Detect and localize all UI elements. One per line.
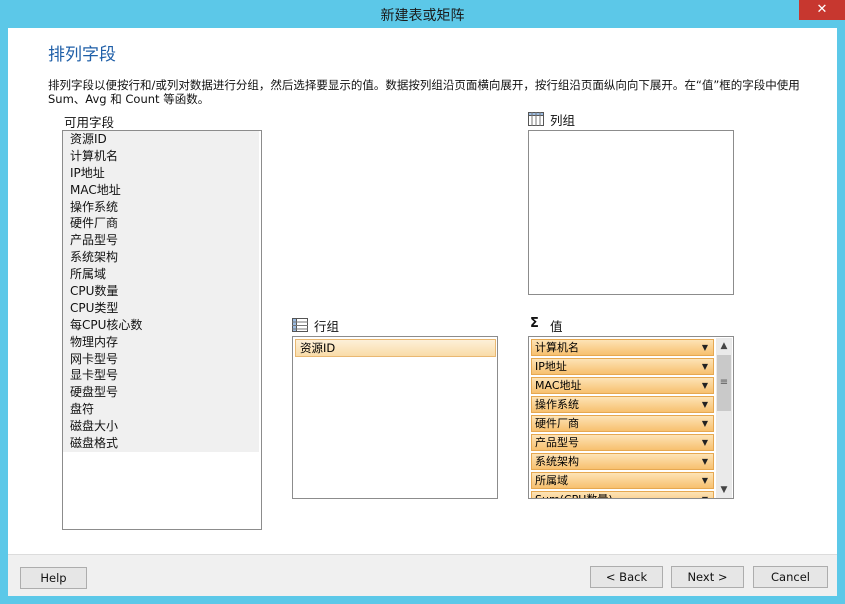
available-field-item[interactable]: 资源ID bbox=[63, 131, 259, 148]
value-field-label: 系统架构 bbox=[535, 455, 579, 468]
available-field-item[interactable]: 计算机名 bbox=[63, 147, 259, 165]
values-box[interactable]: Sum(CPU数量)▼所属域▼系统架构▼产品型号▼硬件厂商▼操作系统▼MAC地址… bbox=[528, 336, 734, 499]
available-field-item[interactable]: 操作系统 bbox=[63, 198, 259, 216]
chevron-down-icon[interactable]: ▼ bbox=[697, 492, 713, 498]
value-field-label: 所属域 bbox=[535, 474, 568, 487]
back-button[interactable]: < Back bbox=[590, 566, 663, 588]
values-scrollbar[interactable]: ▲ ≡ ▼ bbox=[716, 338, 732, 498]
chevron-down-icon[interactable]: ▼ bbox=[697, 435, 713, 450]
available-field-item[interactable]: 所属域 bbox=[63, 266, 259, 284]
available-fields-label: 可用字段 bbox=[64, 115, 115, 130]
available-field-item[interactable]: 系统架构 bbox=[63, 249, 259, 267]
sigma-icon: Σ bbox=[530, 316, 539, 331]
row-group-item[interactable]: 资源ID bbox=[295, 339, 496, 357]
value-field-label: MAC地址 bbox=[535, 379, 582, 392]
available-field-item[interactable]: CPU数量 bbox=[63, 283, 259, 300]
value-field-label: 计算机名 bbox=[535, 341, 579, 354]
scroll-thumb[interactable]: ≡ bbox=[717, 355, 731, 411]
value-field-item[interactable]: 操作系统 ▼ bbox=[531, 396, 714, 413]
chevron-down-icon[interactable]: ▼ bbox=[697, 473, 713, 488]
column-groups-icon bbox=[528, 112, 544, 126]
available-field-item[interactable]: 硬盘型号 bbox=[63, 384, 259, 402]
wizard-content: 排列字段 排列字段以便按行和/或列对数据进行分组，然后选择要显示的值。数据按列组… bbox=[8, 28, 837, 596]
page-title: 排列字段 bbox=[48, 45, 116, 65]
value-field-item[interactable]: 计算机名 ▼ bbox=[531, 339, 714, 356]
column-groups-box[interactable] bbox=[528, 130, 734, 295]
close-button[interactable]: ✕ bbox=[799, 0, 845, 20]
row-groups-icon bbox=[292, 318, 308, 332]
value-field-label: 操作系统 bbox=[535, 398, 579, 411]
available-field-item[interactable]: 产品型号 bbox=[63, 232, 259, 250]
available-field-item[interactable]: 网卡型号 bbox=[63, 350, 259, 368]
value-field-item[interactable]: 所属域 ▼ bbox=[531, 472, 714, 489]
title-bar: 新建表或矩阵 ✕ bbox=[0, 0, 845, 28]
value-field-item[interactable]: 系统架构 ▼ bbox=[531, 453, 714, 470]
wizard-footer: Help < Back Next > Cancel bbox=[8, 554, 837, 596]
available-fields-list[interactable]: 资源ID 计算机名 IP地址 MAC地址 操作系统 硬件厂商 产品型号 系统架构 所属域 CPU数… bbox=[62, 130, 262, 530]
available-field-item[interactable]: CPU类型 bbox=[63, 299, 259, 317]
chevron-down-icon[interactable]: ▼ bbox=[697, 340, 713, 355]
available-field-item[interactable]: 硬件厂商 bbox=[63, 215, 259, 233]
page-description: 排列字段以便按行和/或列对数据进行分组，然后选择要显示的值。数据按列组沿页面横向… bbox=[48, 78, 800, 106]
available-field-item[interactable]: 显卡型号 bbox=[63, 367, 259, 385]
chevron-down-icon[interactable]: ▼ bbox=[697, 416, 713, 431]
value-field-item[interactable]: MAC地址 ▼ bbox=[531, 377, 714, 394]
value-field-label: 硬件厂商 bbox=[535, 417, 579, 430]
window-title: 新建表或矩阵 bbox=[380, 8, 465, 24]
next-button[interactable]: Next > bbox=[671, 566, 744, 588]
available-field-item[interactable]: IP地址 bbox=[63, 164, 259, 182]
value-field-item[interactable]: 硬件厂商 ▼ bbox=[531, 415, 714, 432]
available-field-item[interactable]: 盘符 bbox=[63, 401, 259, 419]
value-field-label: 产品型号 bbox=[535, 436, 579, 449]
scroll-down-icon[interactable]: ▼ bbox=[716, 482, 732, 498]
value-field-item[interactable]: 产品型号 ▼ bbox=[531, 434, 714, 451]
cancel-button[interactable]: Cancel bbox=[753, 566, 828, 588]
chevron-down-icon[interactable]: ▼ bbox=[697, 454, 713, 469]
values-label: 值 bbox=[550, 319, 563, 334]
chevron-down-icon[interactable]: ▼ bbox=[697, 397, 713, 412]
available-field-item[interactable]: MAC地址 bbox=[63, 181, 259, 199]
column-groups-label: 列组 bbox=[550, 113, 576, 128]
row-groups-label: 行组 bbox=[314, 319, 340, 334]
available-field-item[interactable]: 磁盘格式 bbox=[63, 435, 259, 452]
value-field-label: Sum(CPU数量) bbox=[535, 493, 613, 498]
available-field-item[interactable]: 物理内存 bbox=[63, 333, 259, 351]
value-field-label: IP地址 bbox=[535, 360, 567, 373]
chevron-down-icon[interactable]: ▼ bbox=[697, 378, 713, 393]
value-field-item[interactable]: Sum(CPU数量) ▼ bbox=[531, 491, 714, 498]
chevron-down-icon[interactable]: ▼ bbox=[697, 359, 713, 374]
help-button[interactable]: Help bbox=[20, 567, 87, 589]
available-field-item[interactable]: 每CPU核心数 bbox=[63, 316, 259, 334]
value-field-item[interactable]: IP地址 ▼ bbox=[531, 358, 714, 375]
row-groups-box[interactable]: 资源ID bbox=[292, 336, 498, 499]
scroll-up-icon[interactable]: ▲ bbox=[716, 338, 732, 354]
available-field-item[interactable]: 磁盘大小 bbox=[63, 418, 259, 436]
